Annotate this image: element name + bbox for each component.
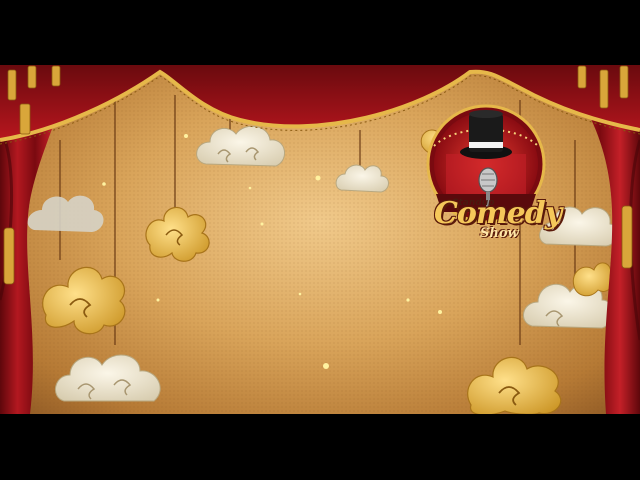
cloud-decor-bottom-left xyxy=(55,354,161,402)
cloud-decor-top xyxy=(196,125,285,167)
stage-screen: Standup Comedy Show xyxy=(0,0,640,480)
stage-decor xyxy=(0,65,640,416)
curtain-valance xyxy=(0,65,640,145)
gold-swirl-upper xyxy=(145,206,210,262)
cloud-decor-right-mid xyxy=(539,206,620,247)
letterbox-bottom xyxy=(0,414,640,480)
cloud-decor-left xyxy=(27,195,104,232)
cloud-decor-small xyxy=(335,164,389,193)
gold-swirl-bottom-right xyxy=(467,356,562,416)
gold-swirl-left xyxy=(42,266,126,335)
gold-swirl-right-edge xyxy=(572,262,614,297)
